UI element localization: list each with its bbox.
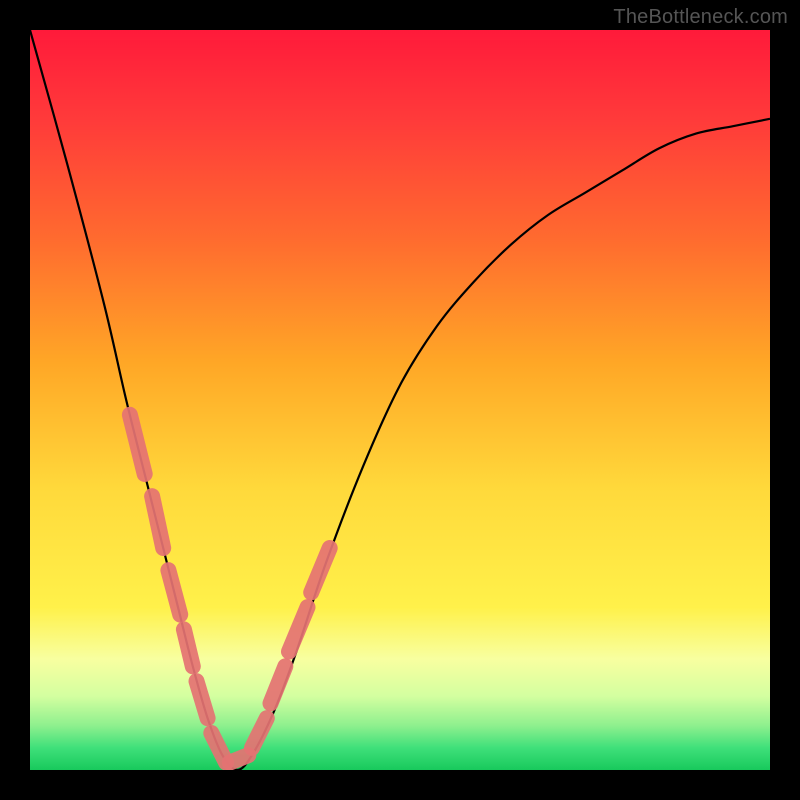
bottleneck-chart — [30, 30, 770, 770]
highlight-segment — [230, 755, 249, 762]
highlight-segment — [152, 496, 163, 548]
plot-area — [30, 30, 770, 770]
gradient-background — [30, 30, 770, 770]
chart-frame: TheBottleneck.com — [0, 0, 800, 800]
highlight-segment — [184, 629, 193, 666]
watermark-text: TheBottleneck.com — [613, 6, 788, 29]
highlight-segment — [197, 681, 208, 718]
